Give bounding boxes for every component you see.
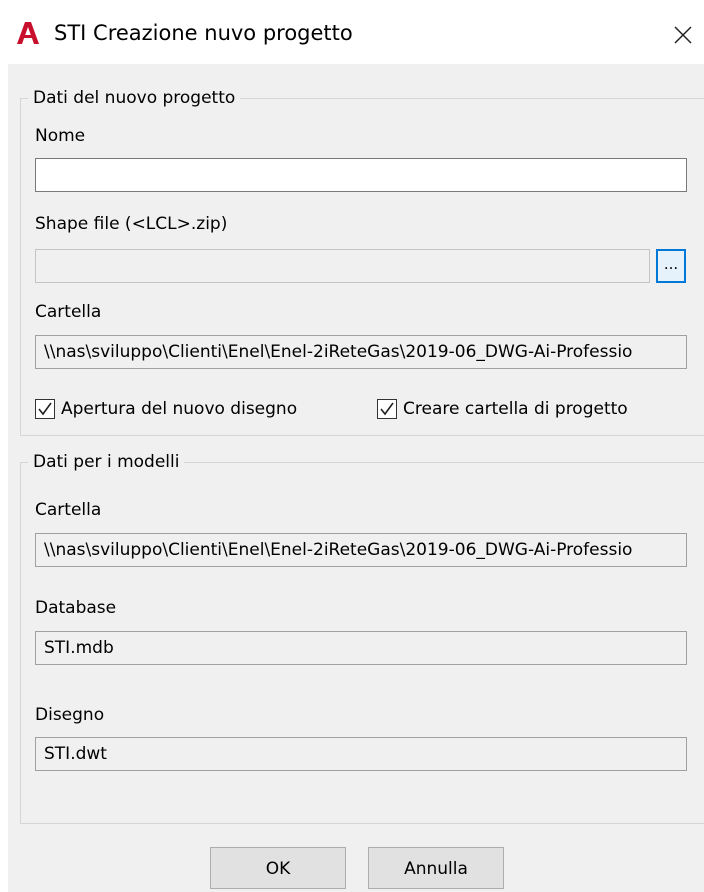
autocad-icon [17,22,39,44]
dialog-body: Dati del nuovo progetto Nome Shape file … [8,64,704,892]
cancel-button[interactable]: Annulla [368,847,504,889]
create-project-folder-label: Creare cartella di progetto [403,399,628,419]
models-legend: Dati per i modelli [28,450,185,474]
title-bar: STI Creazione nuvo progetto [0,0,704,64]
name-input[interactable] [35,158,687,192]
checkbox-box[interactable] [377,399,397,419]
drawing-field[interactable]: STI.dwt [35,737,687,771]
shape-file-input[interactable] [35,249,650,283]
open-new-drawing-label: Apertura del nuovo disegno [61,399,298,419]
checkmark-icon [380,402,394,416]
name-label: Nome [35,126,86,146]
create-project-folder-checkbox[interactable]: Creare cartella di progetto [377,397,628,421]
checkmark-icon [38,402,52,416]
models-folder-field[interactable]: \\nas\sviluppo\Clienti\Enel\Enel-2iReteG… [35,533,687,567]
new-project-folder-field[interactable]: \\nas\sviluppo\Clienti\Enel\Enel-2iReteG… [35,335,687,369]
browse-button[interactable]: ... [656,249,686,283]
open-new-drawing-checkbox[interactable]: Apertura del nuovo disegno [35,397,297,421]
models-folder-label: Cartella [35,500,102,520]
checkbox-box[interactable] [35,399,55,419]
shape-file-label: Shape file (<LCL>.zip) [35,214,228,234]
window-title: STI Creazione nuvo progetto [54,21,353,45]
close-button[interactable] [660,14,704,54]
database-field[interactable]: STI.mdb [35,631,687,665]
drawing-label: Disegno [35,705,105,725]
close-icon [674,26,692,44]
new-project-legend: Dati del nuovo progetto [28,86,241,110]
ok-button[interactable]: OK [210,847,346,889]
new-project-folder-label: Cartella [35,302,102,322]
database-label: Database [35,598,117,618]
